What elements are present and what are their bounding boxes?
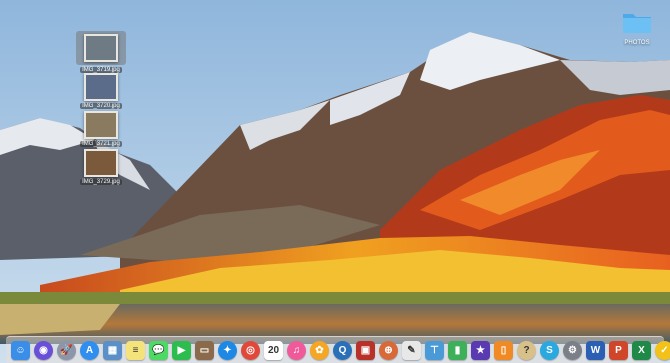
dock-glyph: ▣ [360,344,371,356]
desktop-file-img-3721[interactable]: IMG_3721.jpg [76,111,126,147]
powerpoint-icon[interactable]: P [609,340,628,360]
dock-glyph: ▭ [199,344,210,356]
file-label: IMG_3729.jpg [80,179,122,185]
notes-icon[interactable]: ≡ [126,340,145,360]
dock-glyph: 20 [267,344,280,356]
folder-icon [623,14,651,33]
quicktime-icon[interactable]: Q [333,340,352,360]
dock-glyph: ◎ [246,344,255,356]
dock-glyph: ☺ [15,344,26,356]
dock-glyph: ▮ [454,344,461,356]
word-icon[interactable]: W [586,340,605,360]
itunes-icon[interactable]: ♫ [287,340,306,360]
excel-icon[interactable]: X [632,340,651,360]
dock-glyph: X [638,344,645,356]
image-thumbnail [84,111,118,139]
dock-glyph: ▶ [177,344,186,356]
dock-glyph: ▦ [107,344,118,356]
desktop: IMG_3719.jpg IMG_3720.jpg IMG_3721.jpg I… [0,0,670,363]
norton-icon[interactable]: ✓ [655,340,670,360]
screenshot-icon[interactable]: ⊕ [379,340,398,360]
launchpad-icon[interactable]: 🚀 [57,340,76,360]
ibooks-icon[interactable]: ▯ [494,340,513,360]
dock-glyph: S [546,344,553,356]
system-preferences-icon[interactable]: ⚙ [563,340,582,360]
messages-icon[interactable]: 💬 [149,340,168,360]
dock-glyph: ⚙ [568,344,577,356]
photos-icon[interactable]: ✿ [310,340,329,360]
dock-glyph: ⊤ [430,344,439,356]
desktop-folder[interactable]: PHOTOS [612,10,662,46]
preview-icon[interactable]: ▦ [103,340,122,360]
dock-glyph: Q [338,344,347,356]
file-label: IMG_3720.jpg [80,103,122,109]
dock-glyph: 🚀 [60,344,73,356]
imovie-icon[interactable]: ★ [471,340,490,360]
dock-glyph: ◉ [39,344,48,356]
image-thumbnail [84,34,118,62]
desktop-file-img-3720[interactable]: IMG_3720.jpg [76,73,126,109]
desktop-file-img-3729[interactable]: IMG_3729.jpg [76,149,126,185]
dock-glyph: ? [523,344,530,356]
image-thumbnail [84,149,118,177]
keynote-stand-icon[interactable]: ⊤ [425,340,444,360]
image-thumbnail [84,73,118,101]
dock-glyph: ♫ [292,344,301,356]
app-store-icon[interactable]: A [80,340,99,360]
dock-glyph: P [615,344,622,356]
dock-glyph: ★ [476,344,485,356]
dock-glyph: ✦ [223,344,232,356]
chrome-icon[interactable]: ◎ [241,340,260,360]
numbers-icon[interactable]: ▮ [448,340,467,360]
dock-glyph: ✓ [660,344,669,356]
safari-icon[interactable]: ✦ [218,340,237,360]
facetime-icon[interactable]: ▶ [172,340,191,360]
keynote-icon[interactable]: ▭ [195,340,214,360]
dock-glyph: ⊕ [384,344,393,356]
file-thumbnail-wrap [76,31,126,65]
folder-label: PHOTOS [624,40,650,46]
dock-glyph: ≡ [132,344,139,356]
dock-glyph: A [85,344,94,356]
photo-booth-icon[interactable]: ▣ [356,340,375,360]
dock-glyph: ✎ [407,344,416,356]
file-label: IMG_3721.jpg [80,141,122,147]
dock: ☺◉🚀A▦≡💬▶▭✦◎20♫✿Q▣⊕✎⊤▮★▯?S⚙WPX✓⇩▤🗑 [6,336,670,363]
dock-glyph: ✿ [315,344,324,356]
dock-glyph: W [590,344,601,356]
siri-icon[interactable]: ◉ [34,340,53,360]
desktop-file-img-3719[interactable]: IMG_3719.jpg [76,31,126,73]
skype-icon[interactable]: S [540,340,559,360]
dock-glyph: ▯ [500,344,507,356]
help-icon[interactable]: ? [517,340,536,360]
textedit-icon[interactable]: ✎ [402,340,421,360]
dock-glyph: 💬 [152,344,165,356]
finder-icon[interactable]: ☺ [11,340,30,360]
calendar-icon[interactable]: 20 [264,340,283,360]
